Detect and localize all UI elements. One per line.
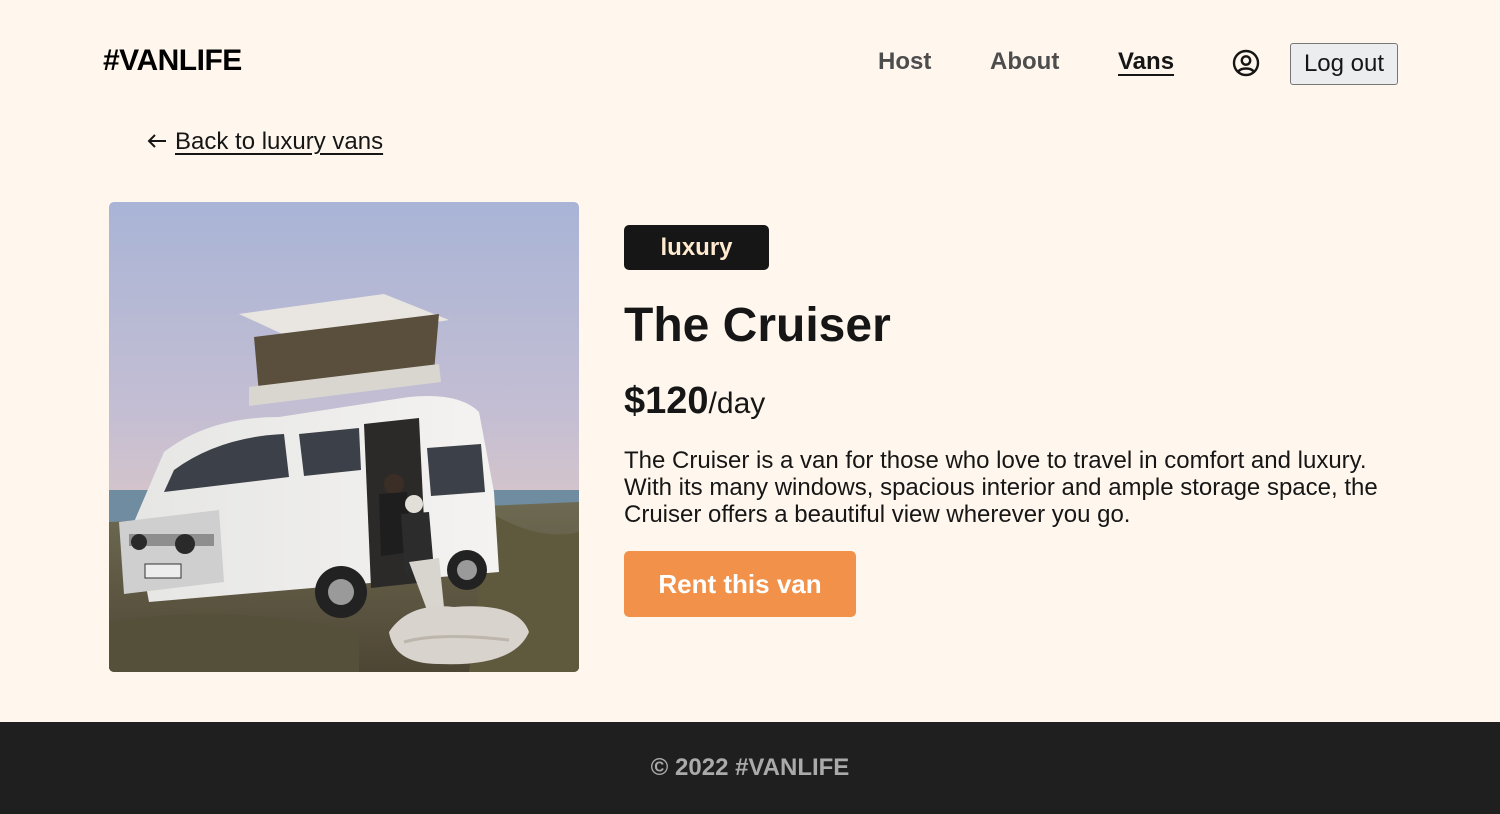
- footer-copyright: © 2022 #VANLIFE: [650, 754, 850, 781]
- price-unit: /day: [708, 387, 766, 420]
- back-to-vans-link[interactable]: Back to luxury vans: [147, 128, 383, 156]
- site-logo[interactable]: #VANLIFE: [103, 44, 242, 78]
- user-circle-icon[interactable]: [1231, 48, 1261, 78]
- rent-van-button[interactable]: Rent this van: [624, 551, 856, 617]
- nav-vans-link[interactable]: Vans: [1118, 48, 1174, 76]
- logout-button[interactable]: Log out: [1290, 43, 1398, 85]
- site-footer: © 2022 #VANLIFE: [0, 722, 1500, 814]
- back-link-label: Back to luxury vans: [175, 128, 384, 155]
- nav-about-link[interactable]: About: [990, 48, 1059, 76]
- site-header: #VANLIFE Host About Vans Log out: [0, 0, 1500, 128]
- arrow-left-icon: [147, 128, 167, 156]
- van-photo: [109, 202, 579, 672]
- nav-host-link[interactable]: Host: [878, 48, 931, 76]
- price-amount: $120: [624, 380, 709, 422]
- van-title: The Cruiser: [624, 299, 891, 352]
- van-price: $120/day: [624, 380, 765, 423]
- van-type-badge: luxury: [624, 225, 769, 270]
- van-description: The Cruiser is a van for those who love …: [624, 447, 1378, 528]
- page: #VANLIFE Host About Vans Log out Back to…: [0, 0, 1500, 814]
